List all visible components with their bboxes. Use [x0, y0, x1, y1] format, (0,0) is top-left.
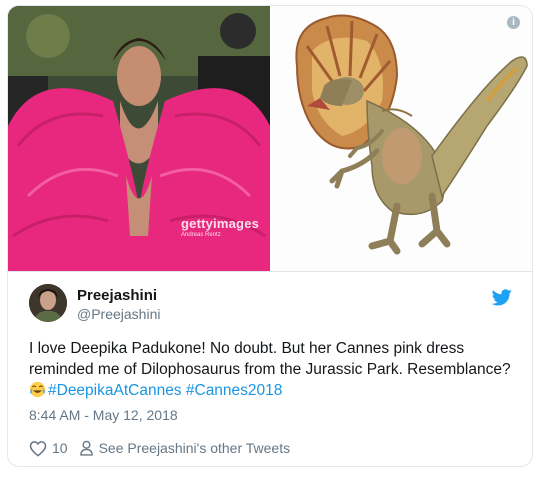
tweet-actions: 10 See Preejashini's other Tweets — [29, 438, 290, 458]
author-handle[interactable]: @Preejashini — [77, 306, 160, 322]
tweet-body-text: I love Deepika Padukone! No doubt. But h… — [29, 340, 511, 378]
author-name[interactable]: Preejashini — [77, 287, 157, 304]
embedded-tweet-card[interactable]: gettyimages Andreas Rentz i Preejashini … — [7, 5, 533, 467]
tweet-text: I love Deepika Padukone! No doubt. But h… — [29, 338, 519, 401]
getty-images-watermark: gettyimages Andreas Rentz — [181, 216, 259, 238]
heart-icon[interactable] — [29, 440, 47, 457]
tears-of-joy-emoji-icon — [29, 381, 46, 398]
see-other-tweets-link[interactable]: See Preejashini's other Tweets — [99, 440, 291, 456]
avatar-image — [29, 284, 67, 322]
hashtag-cannes2018[interactable]: #Cannes2018 — [186, 382, 283, 399]
watermark-credit: Andreas Rentz — [181, 232, 221, 238]
like-count[interactable]: 10 — [52, 440, 68, 456]
hashtag-deepikaatcannes[interactable]: #DeepikaAtCannes — [48, 382, 182, 399]
tweet-media[interactable]: gettyimages Andreas Rentz i — [8, 6, 532, 272]
info-icon[interactable]: i — [507, 16, 520, 29]
photo-dilophosaurus-toy[interactable]: i — [272, 6, 532, 271]
tweet-timestamp[interactable]: 8:44 AM - May 12, 2018 — [29, 407, 178, 423]
avatar[interactable] — [29, 284, 67, 322]
person-icon — [79, 440, 93, 456]
watermark-brand: gettyimages — [181, 216, 260, 231]
twitter-bird-icon[interactable] — [492, 289, 512, 306]
dinosaur-toy-illustration — [272, 6, 532, 271]
photo-deepika-pink-dress[interactable]: gettyimages Andreas Rentz — [8, 6, 270, 271]
